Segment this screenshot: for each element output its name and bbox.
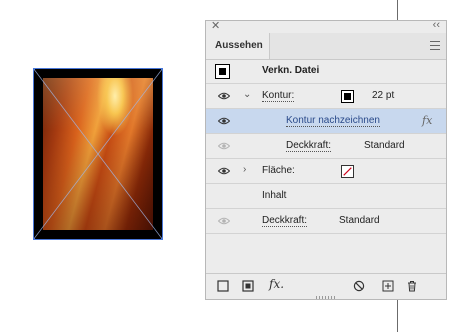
visibility-eye-icon[interactable] (218, 142, 230, 150)
stroke-label[interactable]: Kontur: (262, 90, 295, 102)
object-label: Verkn. Datei (262, 65, 320, 76)
visibility-eye-icon[interactable] (218, 217, 230, 225)
stroke-weight-value[interactable]: 22 pt (372, 90, 394, 101)
selection-handle[interactable] (161, 68, 163, 70)
appearance-panel: ✕ ‹‹ Aussehen Verkn. Datei ⌄ Kontur: 22 … (205, 19, 447, 300)
opacity-value: Standard (339, 215, 380, 226)
fx-icon[interactable]: fx (422, 114, 432, 127)
content-row[interactable]: Inhalt (206, 184, 446, 209)
stroke-opacity-value: Standard (364, 140, 405, 151)
chevron-right-icon[interactable]: › (243, 164, 246, 175)
artboard-guide-bottom (397, 300, 398, 332)
visibility-eye-icon[interactable] (218, 92, 230, 100)
effect-row-kontur-nachzeichnen[interactable]: Kontur nachzeichnen fx (206, 109, 446, 134)
panel-menu-icon[interactable] (430, 41, 440, 50)
opacity-label[interactable]: Deckkraft: (262, 215, 308, 227)
stroke-opacity-label[interactable]: Deckkraft: (286, 140, 332, 152)
stroke-opacity-row[interactable]: Deckkraft: Standard (206, 134, 446, 159)
add-new-effect-icon[interactable]: fx. (269, 277, 284, 291)
opacity-row[interactable]: Deckkraft: Standard (206, 209, 446, 234)
selection-bounding-box[interactable] (33, 68, 163, 240)
fill-label[interactable]: Fläche: (262, 165, 295, 176)
panel-resize-grip[interactable] (316, 296, 336, 299)
stroke-color-swatch[interactable] (341, 90, 354, 103)
stroke-row[interactable]: ⌄ Kontur: 22 pt (206, 84, 446, 109)
add-new-stroke-icon[interactable] (217, 280, 229, 292)
collapse-panel-icon[interactable]: ‹‹ (433, 19, 440, 31)
chevron-down-icon[interactable]: ⌄ (243, 89, 251, 100)
visibility-eye-icon[interactable] (218, 167, 230, 175)
selection-handle[interactable] (33, 238, 35, 240)
object-thumbnail-icon (215, 64, 230, 79)
visibility-eye-icon[interactable] (218, 117, 230, 125)
object-row[interactable]: Verkn. Datei (206, 59, 446, 84)
fill-none-swatch[interactable] (341, 165, 354, 178)
content-label: Inhalt (262, 190, 287, 201)
panel-tab-bar: Aussehen (206, 33, 446, 60)
tab-aussehen[interactable]: Aussehen (206, 33, 270, 59)
add-new-fill-icon[interactable] (242, 280, 254, 292)
selection-handle[interactable] (161, 238, 163, 240)
fill-row[interactable]: › Fläche: (206, 159, 446, 184)
duplicate-item-icon[interactable] (382, 280, 394, 292)
trash-icon[interactable] (406, 280, 418, 292)
panel-title-bar: ✕ ‹‹ (206, 19, 446, 33)
draw-stroke-effect-link[interactable]: Kontur nachzeichnen (286, 115, 380, 127)
selection-handle[interactable] (33, 68, 35, 70)
close-icon[interactable]: ✕ (211, 20, 220, 32)
appearance-list: Verkn. Datei ⌄ Kontur: 22 pt Kontur nach… (206, 59, 446, 234)
clear-appearance-icon[interactable] (353, 280, 365, 292)
artboard-guide-top (397, 0, 398, 20)
